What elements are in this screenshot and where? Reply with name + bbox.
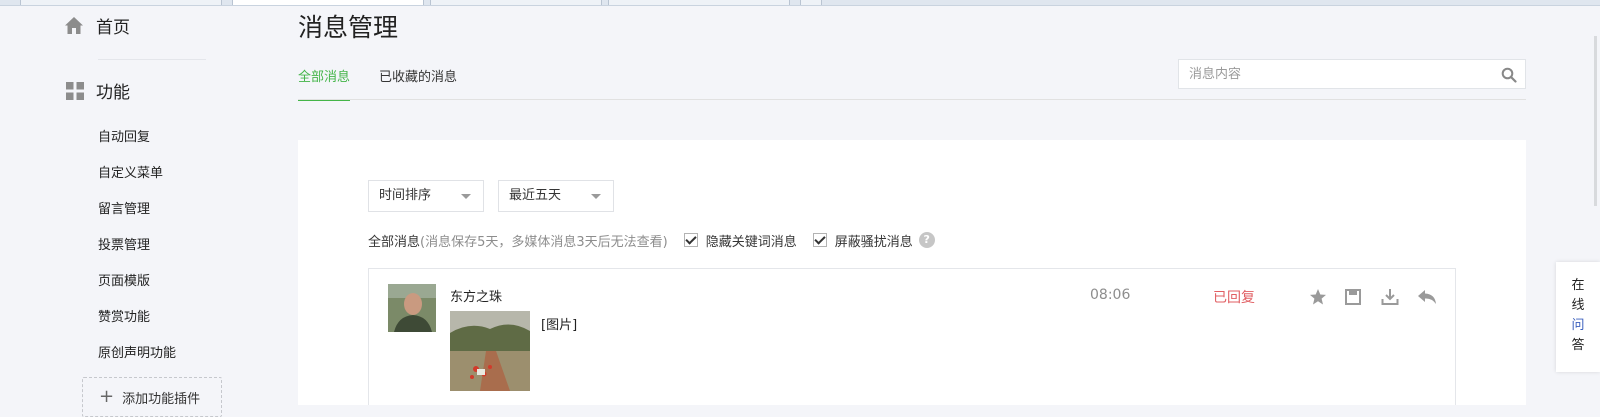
page-title: 消息管理 — [298, 13, 399, 42]
block-spam-checkbox[interactable]: 屏蔽骚扰消息 — [812, 231, 913, 250]
browser-tab-active[interactable] — [232, 0, 424, 5]
online-qa-char: 答 — [1571, 338, 1585, 353]
avatar[interactable] — [388, 284, 436, 332]
plus-icon: + — [99, 386, 115, 407]
message-actions — [1309, 287, 1453, 307]
sidebar-function-label: 功能 — [96, 83, 130, 103]
message-content: [图片] — [541, 318, 578, 333]
sort-select-value: 时间排序 — [379, 188, 432, 203]
add-plugin-button[interactable]: + 添加功能插件 — [82, 377, 222, 417]
save-button[interactable] — [1345, 287, 1381, 307]
star-icon — [1310, 289, 1326, 305]
chevron-down-icon — [591, 194, 601, 199]
browser-tab[interactable] — [430, 0, 602, 5]
date-range-select[interactable]: 最近五天 — [498, 180, 614, 212]
sidebar-item-auto-reply[interactable]: 自动回复 — [98, 120, 176, 156]
reply-icon — [1418, 290, 1436, 304]
filter-label: 全部消息 — [368, 234, 421, 250]
save-icon — [1345, 289, 1361, 305]
sidebar-item-votes[interactable]: 投票管理 — [98, 228, 176, 264]
online-qa-char: 问 — [1571, 318, 1585, 333]
sidebar-item-custom-menu[interactable]: 自定义菜单 — [98, 156, 176, 192]
block-spam-label: 屏蔽骚扰消息 — [834, 234, 913, 250]
sidebar-item-comments[interactable]: 留言管理 — [98, 192, 176, 228]
thumbnail-photo — [450, 311, 530, 391]
page-scrollbar[interactable] — [1594, 36, 1597, 206]
star-button[interactable] — [1309, 287, 1345, 307]
sidebar-item-page-templates[interactable]: 页面模版 — [98, 264, 176, 300]
search-icon[interactable] — [1501, 67, 1517, 83]
message-time: 08:06 — [1090, 287, 1131, 303]
retention-note: (消息保存5天，多媒体消息3天后无法查看) — [420, 234, 668, 250]
sidebar-divider — [98, 59, 206, 60]
download-icon — [1381, 289, 1399, 305]
add-plugin-label: 添加功能插件 — [122, 391, 201, 407]
message-status: 已回复 — [1213, 290, 1255, 306]
chevron-down-icon — [461, 194, 471, 199]
new-tab-button[interactable] — [800, 0, 822, 5]
tab-all-messages[interactable]: 全部消息 — [298, 66, 351, 101]
browser-tab[interactable] — [608, 0, 790, 5]
tabs-divider — [298, 99, 1526, 100]
online-qa-button[interactable]: 在 线 问 答 — [1556, 262, 1600, 372]
hide-keyword-checkbox[interactable]: 隐藏关键词消息 — [683, 231, 797, 250]
sidebar: 首页 功能 自动回复 自定义菜单 留言管理 投票管理 页面模版 赞赏功能 原创声… — [0, 5, 250, 417]
sidebar-item-home[interactable]: 首页 — [64, 13, 130, 38]
help-icon[interactable]: ? — [918, 232, 935, 248]
home-icon — [65, 17, 83, 34]
online-qa-char: 在 — [1571, 278, 1585, 293]
sidebar-item-function[interactable]: 功能 — [66, 78, 130, 103]
checkbox-checked-icon — [683, 233, 698, 247]
online-qa-char: 线 — [1571, 298, 1585, 313]
sidebar-item-reward[interactable]: 赞赏功能 — [98, 300, 176, 336]
grid-icon — [66, 81, 84, 100]
date-range-select-value: 最近五天 — [509, 188, 562, 203]
message-filter-row: 全部消息 (消息保存5天，多媒体消息3天后无法查看) 隐藏关键词消息 屏蔽骚扰消… — [368, 230, 935, 250]
message-sender[interactable]: 东方之珠 — [450, 286, 502, 305]
message-search — [1178, 59, 1526, 89]
sidebar-item-original-claim[interactable]: 原创声明功能 — [98, 336, 176, 372]
search-input[interactable] — [1179, 60, 1499, 88]
sidebar-function-list: 自动回复 自定义菜单 留言管理 投票管理 页面模版 赞赏功能 原创声明功能 — [98, 120, 176, 372]
reply-button[interactable] — [1417, 287, 1453, 307]
download-button[interactable] — [1381, 287, 1417, 307]
avatar-photo — [388, 284, 436, 332]
checkbox-checked-icon — [812, 233, 827, 247]
sidebar-home-label: 首页 — [96, 18, 130, 38]
message-image-thumbnail[interactable] — [450, 311, 530, 391]
hide-keyword-label: 隐藏关键词消息 — [705, 234, 797, 250]
sort-select[interactable]: 时间排序 — [368, 180, 484, 212]
message-list: 东方之珠 [图片] 08:06 已回复 — [368, 268, 1456, 405]
tab-starred-messages[interactable]: 已收藏的消息 — [379, 66, 457, 99]
